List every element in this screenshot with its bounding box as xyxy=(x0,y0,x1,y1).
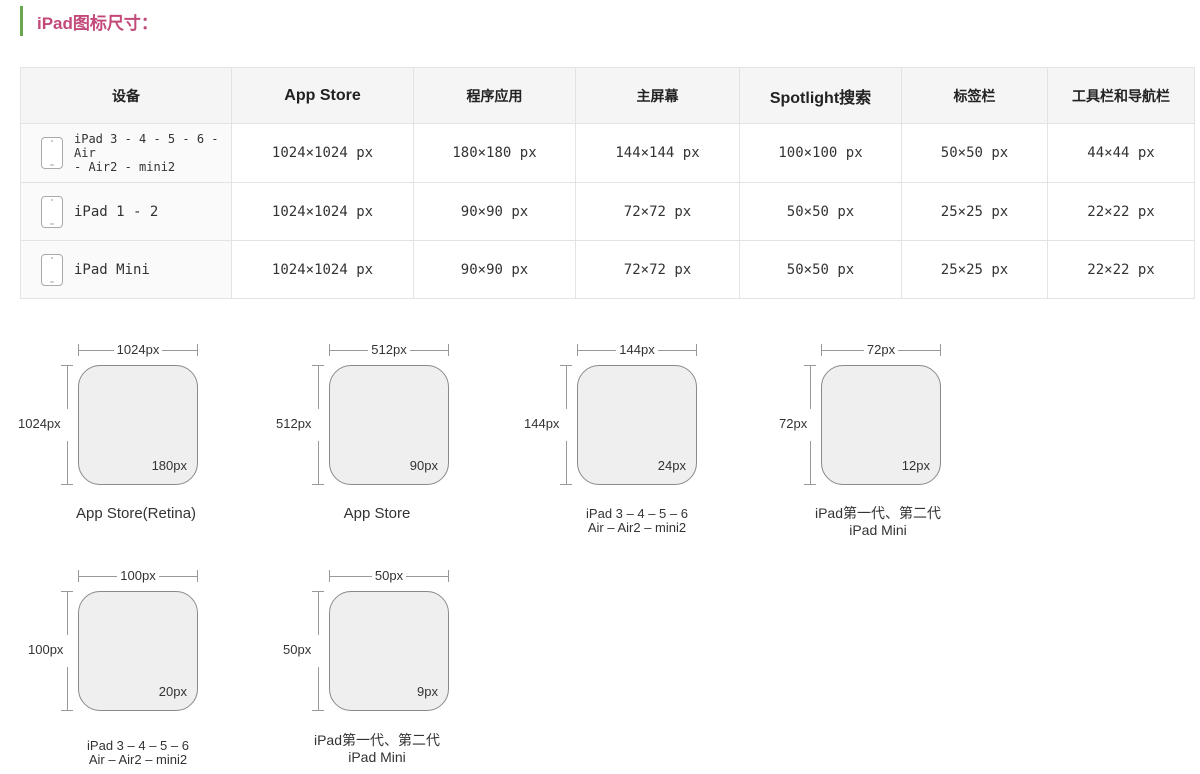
diagram-caption: iPad 3 – 4 – 5 – 6 Air – Air2 – mini2 xyxy=(517,507,757,535)
rounded-icon-shape: 24px xyxy=(577,365,697,485)
header-home-screen: 主屏幕 xyxy=(575,67,740,124)
cell-home-screen: 144×144 px xyxy=(575,123,740,183)
height-dimension xyxy=(60,365,74,485)
device-label: iPad 1 - 2 xyxy=(74,203,159,220)
section-heading-text: iPad图标尺寸： xyxy=(37,13,158,33)
ipad-icon xyxy=(41,195,63,228)
width-dimension: 100px xyxy=(78,568,198,583)
device-label: iPad Mini xyxy=(74,261,150,278)
corner-radius-label: 12px xyxy=(901,458,930,473)
header-spotlight: Spotlight搜索 xyxy=(739,67,902,124)
device-label-line1: iPad 3 - 4 - 5 - 6 - Air xyxy=(74,132,219,160)
width-dimension: 72px xyxy=(821,342,941,357)
height-label: 100px xyxy=(28,642,64,657)
height-dimension xyxy=(559,365,573,485)
width-label: 512px xyxy=(368,342,410,357)
width-dimension: 512px xyxy=(329,342,449,357)
header-app: 程序应用 xyxy=(413,67,576,124)
rounded-icon-shape: 180px xyxy=(78,365,198,485)
caption-line1: iPad第一代、第二代 xyxy=(814,505,942,521)
height-label: 1024px xyxy=(18,416,61,431)
cell-app: 90×90 px xyxy=(413,240,576,299)
icon-diagram: 144px 144px 24px iPad 3 – 4 – 5 – 6 Air … xyxy=(517,342,717,543)
header-toolbar-navbar: 工具栏和导航栏 xyxy=(1047,67,1195,124)
cell-app: 180×180 px xyxy=(413,123,576,183)
rounded-icon-shape: 9px xyxy=(329,591,449,711)
table-row: iPad 3 - 4 - 5 - 6 - Air - Air2 - mini2 … xyxy=(20,123,1195,183)
rounded-icon-shape: 12px xyxy=(821,365,941,485)
icon-diagram: 512px 512px 90px App Store xyxy=(269,342,469,543)
width-label: 144px xyxy=(616,342,658,357)
icon-size-table: 设备 App Store 程序应用 主屏幕 Spotlight搜索 标签栏 工具… xyxy=(20,67,1195,299)
device-label: iPad 3 - 4 - 5 - 6 - Air - Air2 - mini2 xyxy=(74,132,231,174)
caption-line2: Air – Air2 – mini2 xyxy=(88,752,188,767)
header-app-store: App Store xyxy=(231,67,414,124)
header-device: 设备 xyxy=(20,67,232,124)
table-header-row: 设备 App Store 程序应用 主屏幕 Spotlight搜索 标签栏 工具… xyxy=(20,67,1195,124)
ipad-icon xyxy=(41,253,63,286)
corner-radius-label: 90px xyxy=(409,458,438,473)
cell-home-screen: 72×72 px xyxy=(575,240,740,299)
width-label: 50px xyxy=(371,568,407,583)
cell-toolbar: 22×22 px xyxy=(1047,182,1195,241)
width-dimension: 144px xyxy=(577,342,697,357)
diagram-caption: App Store xyxy=(343,505,411,522)
height-label: 144px xyxy=(524,416,560,431)
height-label: 50px xyxy=(283,642,312,657)
cell-spotlight: 50×50 px xyxy=(739,182,902,241)
diagram-caption: iPad第一代、第二代 iPad Mini xyxy=(257,732,497,766)
icon-diagram: 50px 50px 9px iPad第一代、第二代 iPad Mini xyxy=(269,568,469,769)
cell-spotlight: 50×50 px xyxy=(739,240,902,299)
device-cell: iPad 3 - 4 - 5 - 6 - Air - Air2 - mini2 xyxy=(20,123,232,183)
caption-line2: iPad Mini xyxy=(849,522,907,538)
width-label: 72px xyxy=(863,342,899,357)
rounded-icon-shape: 90px xyxy=(329,365,449,485)
diagram-caption: iPad第一代、第二代 iPad Mini xyxy=(758,505,998,539)
section-heading: iPad图标尺寸： xyxy=(20,6,158,36)
ipad-icon xyxy=(41,137,63,169)
device-cell: iPad 1 - 2 xyxy=(20,182,232,241)
icon-diagram: 1024px 1024px 180px App Store(Retina) xyxy=(18,342,218,543)
cell-app-store: 1024×1024 px xyxy=(231,240,414,299)
height-dimension xyxy=(311,365,325,485)
width-label: 1024px xyxy=(113,342,163,357)
width-dimension: 1024px xyxy=(78,342,198,357)
diagram-caption: App Store(Retina) xyxy=(75,505,197,522)
device-label-line2: - Air2 - mini2 xyxy=(74,160,176,174)
header-tab-bar: 标签栏 xyxy=(901,67,1048,124)
table-row: iPad 1 - 2 1024×1024 px 90×90 px 72×72 p… xyxy=(20,182,1195,241)
caption-line1: iPad 3 – 4 – 5 – 6 xyxy=(87,738,189,753)
cell-toolbar: 44×44 px xyxy=(1047,123,1195,183)
cell-spotlight: 100×100 px xyxy=(739,123,902,183)
corner-radius-label: 9px xyxy=(417,684,438,699)
height-dimension xyxy=(311,591,325,711)
width-label: 100px xyxy=(117,568,159,583)
cell-tab-bar: 50×50 px xyxy=(901,123,1048,183)
table-row: iPad Mini 1024×1024 px 90×90 px 72×72 px… xyxy=(20,240,1195,299)
cell-toolbar: 22×22 px xyxy=(1047,240,1195,299)
caption-line2: iPad Mini xyxy=(348,749,406,765)
corner-radius-label: 20px xyxy=(158,684,187,699)
device-cell: iPad Mini xyxy=(20,240,232,299)
cell-app: 90×90 px xyxy=(413,182,576,241)
cell-app-store: 1024×1024 px xyxy=(231,123,414,183)
caption-line1: iPad 3 – 4 – 5 – 6 xyxy=(586,506,688,521)
caption-line1: iPad第一代、第二代 xyxy=(313,732,441,748)
cell-home-screen: 72×72 px xyxy=(575,182,740,241)
rounded-icon-shape: 20px xyxy=(78,591,198,711)
height-label: 512px xyxy=(276,416,312,431)
icon-diagram: 72px 72px 12px iPad第一代、第二代 iPad Mini xyxy=(761,342,961,543)
cell-tab-bar: 25×25 px xyxy=(901,240,1048,299)
corner-radius-label: 24px xyxy=(657,458,686,473)
cell-tab-bar: 25×25 px xyxy=(901,182,1048,241)
width-dimension: 50px xyxy=(329,568,449,583)
caption-line2: Air – Air2 – mini2 xyxy=(587,520,687,535)
cell-app-store: 1024×1024 px xyxy=(231,182,414,241)
icon-diagram: 100px 100px 20px iPad 3 – 4 – 5 – 6 Air … xyxy=(18,568,218,769)
corner-radius-label: 180px xyxy=(151,458,187,473)
height-label: 72px xyxy=(779,416,808,431)
diagram-caption: iPad 3 – 4 – 5 – 6 Air – Air2 – mini2 xyxy=(18,739,258,767)
